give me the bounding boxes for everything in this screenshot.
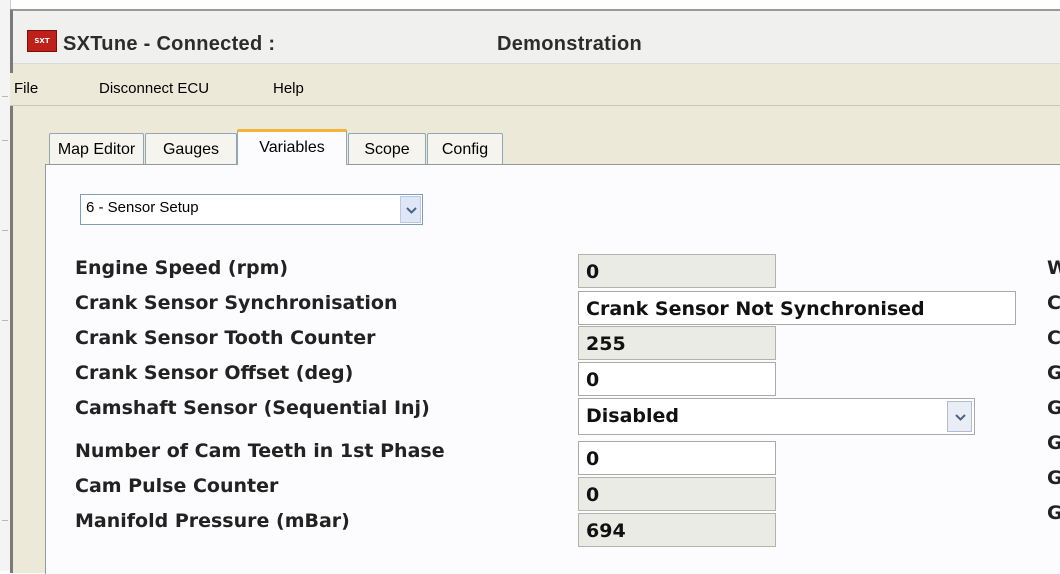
right-column-label: C xyxy=(1047,327,1060,349)
value-manifold-pressure: 694 xyxy=(578,513,776,547)
tab-scope[interactable]: Scope xyxy=(348,133,426,164)
label-camshaft-sensor: Camshaft Sensor (Sequential Inj) xyxy=(75,397,430,419)
menu-bar: File Disconnect ECU Help xyxy=(10,73,1060,106)
menu-file[interactable]: File xyxy=(14,80,38,97)
connection-name: Demonstration xyxy=(497,33,643,55)
menu-disconnect-ecu[interactable]: Disconnect ECU xyxy=(99,80,209,97)
variable-page-select[interactable]: 6 - Sensor Setup xyxy=(80,194,423,225)
value-engine-speed: 0 xyxy=(578,254,776,288)
right-column-label: G xyxy=(1047,432,1060,454)
tab-variables[interactable]: Variables xyxy=(237,129,347,165)
label-crank-sensor-sync: Crank Sensor Synchronisation xyxy=(75,292,398,314)
right-column-label: C xyxy=(1047,292,1060,314)
value-crank-tooth-counter: 255 xyxy=(578,326,776,360)
window-title: SXTune - Connected : xyxy=(63,33,276,55)
tab-gauges[interactable]: Gauges xyxy=(145,133,237,164)
right-column-label: W xyxy=(1047,257,1060,279)
value-cam-pulse-counter: 0 xyxy=(578,477,776,511)
label-cam-pulse-counter: Cam Pulse Counter xyxy=(75,475,279,497)
variable-page-select-value: 6 - Sensor Setup xyxy=(86,199,199,216)
right-column-label: G xyxy=(1047,467,1060,489)
title-bar[interactable]: SXT SXTune - Connected : Demonstration xyxy=(13,11,1060,64)
chevron-down-icon[interactable] xyxy=(947,401,972,432)
value-crank-sensor-offset[interactable]: 0 xyxy=(578,362,776,396)
value-cam-teeth-1st-phase[interactable]: 0 xyxy=(578,441,776,475)
tab-config[interactable]: Config xyxy=(427,133,503,164)
app-window: SXT SXTune - Connected : Demonstration F… xyxy=(10,9,1060,574)
sxtune-logo-icon: SXT xyxy=(27,30,57,52)
value-crank-sensor-sync[interactable]: Crank Sensor Not Synchronised xyxy=(578,291,1016,325)
right-column-label: G xyxy=(1047,502,1060,524)
label-engine-speed: Engine Speed (rpm) xyxy=(75,257,289,279)
tab-map-editor[interactable]: Map Editor xyxy=(49,133,144,164)
right-column-label: G xyxy=(1047,397,1060,419)
label-manifold-pressure: Manifold Pressure (mBar) xyxy=(75,510,350,532)
right-column-label: G xyxy=(1047,362,1060,384)
camshaft-sensor-select-value: Disabled xyxy=(586,405,680,427)
label-crank-sensor-offset: Crank Sensor Offset (deg) xyxy=(75,362,354,384)
label-crank-tooth-counter: Crank Sensor Tooth Counter xyxy=(75,327,376,349)
menu-help[interactable]: Help xyxy=(273,80,304,97)
chevron-down-icon[interactable] xyxy=(400,196,421,223)
camshaft-sensor-select[interactable]: Disabled xyxy=(578,398,975,435)
label-cam-teeth-1st-phase: Number of Cam Teeth in 1st Phase xyxy=(75,440,445,462)
